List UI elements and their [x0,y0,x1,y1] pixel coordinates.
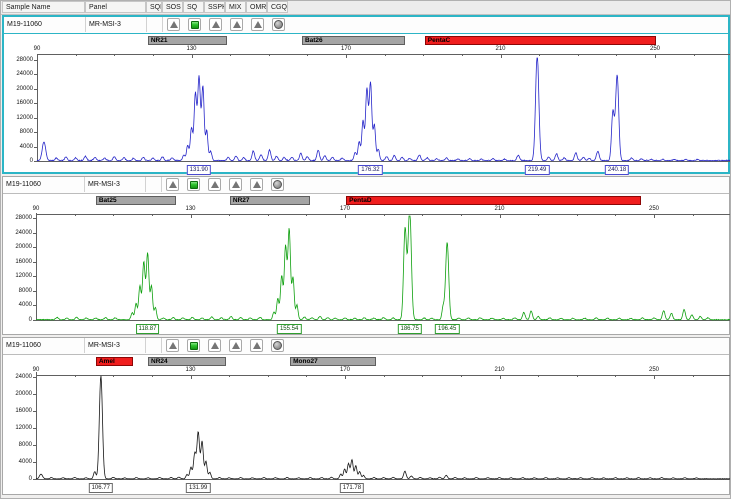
peak-size-label[interactable]: 131.99 [186,483,210,493]
peak-size-label[interactable]: 155.54 [277,324,301,334]
sample-group-1: M19-11060MR-MSI-3NR21Bat26PentaC90130170… [2,15,730,174]
sample-group-3: M19-11060MR-MSI-3AmelNR24Mono27901301702… [2,337,730,495]
peak-size-label[interactable]: 106.77 [89,483,113,493]
column-header-sample-name: Sample Name [2,1,85,13]
peak-size-label[interactable]: 196.45 [435,324,459,334]
electropherogram-trace-3[interactable] [3,338,731,496]
electropherogram-trace-1[interactable] [4,17,731,176]
column-header-omr: OMR [246,1,267,13]
fragment-analysis-window: Sample Name Panel SQD SOS SQ SSPK MIX OM… [0,0,731,499]
column-header-sspk: SSPK [204,1,225,13]
trace-path [36,376,730,479]
table-header: Sample Name Panel SQD SOS SQ SSPK MIX OM… [1,1,731,15]
peak-size-label[interactable]: 171.78 [340,483,364,493]
peak-size-label[interactable]: 219.49 [525,165,549,175]
column-header-sq: SQ [183,1,204,13]
column-header-panel: Panel [85,1,146,13]
peak-size-label[interactable]: 176.32 [358,165,382,175]
column-header-sos: SOS [162,1,183,13]
trace-path [37,58,731,161]
peak-size-label[interactable]: 240.18 [605,165,629,175]
trace-path [36,216,730,320]
peak-size-label[interactable]: 131.90 [187,165,211,175]
column-header-sqd: SQD [146,1,162,13]
electropherogram-trace-2[interactable] [3,177,731,336]
peak-size-label[interactable]: 118.87 [136,324,160,334]
peak-size-label[interactable]: 186.75 [398,324,422,334]
column-header-cgq: CGQ [267,1,288,13]
sample-group-2: M19-11060MR-MSI-3Bat25NR27PentaD90130170… [2,176,730,335]
column-header-mix: MIX [225,1,246,13]
